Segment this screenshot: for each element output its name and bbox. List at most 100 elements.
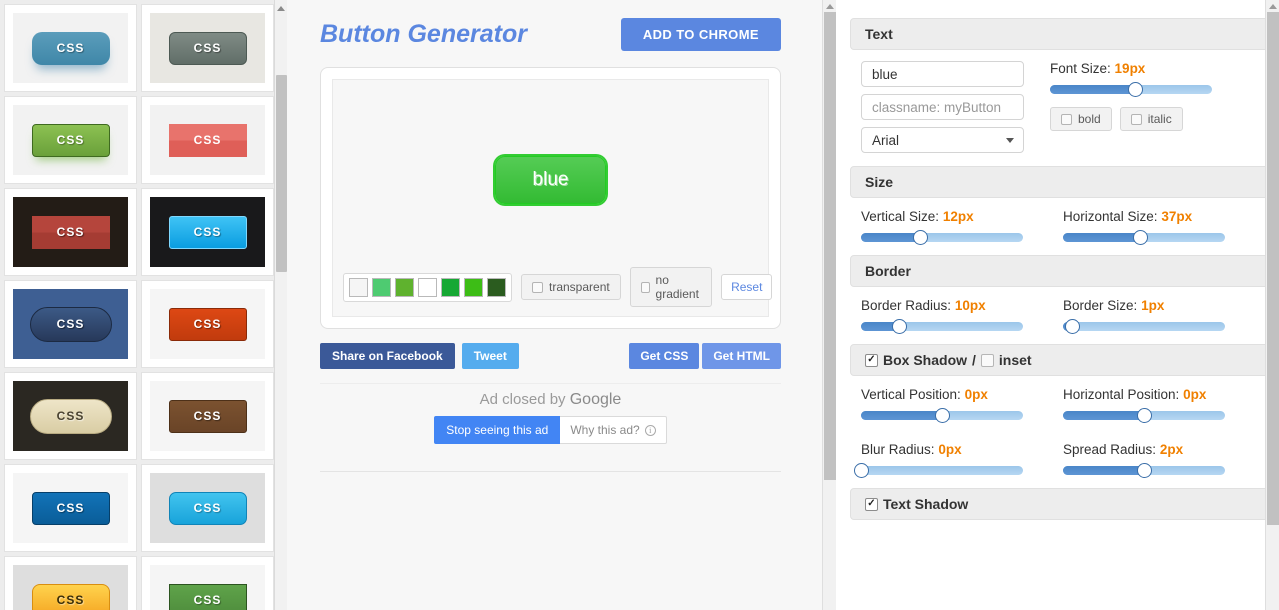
swatch-2[interactable] <box>372 277 391 297</box>
slider-fill <box>1063 411 1144 420</box>
gallery-item-preset-cream-dark[interactable]: CSS <box>4 372 137 460</box>
gallery-item-preset-cyan-dark[interactable]: CSS <box>141 188 274 276</box>
gallery-item-preset-brick-dark[interactable]: CSS <box>4 188 137 276</box>
why-this-ad-button[interactable]: Why this ad? i <box>560 416 667 444</box>
gallery-preset-button[interactable]: CSS <box>31 491 110 525</box>
gallery-preset-button[interactable]: CSS <box>31 215 110 249</box>
slider-knob[interactable] <box>1065 319 1081 334</box>
generated-button-preview[interactable]: blue <box>494 156 607 204</box>
transparent-toggle[interactable]: transparent <box>521 274 621 300</box>
slider-knob[interactable] <box>934 408 950 423</box>
swatch-4[interactable] <box>418 277 437 297</box>
gallery-item-preset-orange-red[interactable]: CSS <box>141 280 274 368</box>
scroll-up-arrow-icon[interactable] <box>277 6 285 11</box>
box-shadow-enable-checkbox[interactable]: ✓ <box>865 353 878 367</box>
section-header-border: Border <box>850 255 1279 287</box>
swatch-6[interactable] <box>464 277 483 297</box>
gallery-item-preset-salmon[interactable]: CSS <box>141 96 274 184</box>
italic-label: italic <box>1147 112 1172 126</box>
font-family-select[interactable]: Arial <box>861 127 1024 153</box>
slider-knob[interactable] <box>1128 82 1144 97</box>
gallery-preset-button[interactable]: CSS <box>168 307 247 341</box>
gallery-preset-button[interactable]: CSS <box>168 215 247 249</box>
gallery-preset-button[interactable]: CSS <box>31 31 110 65</box>
gallery-item-preset-navy-pill[interactable]: CSS <box>4 280 137 368</box>
add-to-chrome-button[interactable]: ADD TO CHROME <box>620 18 781 51</box>
get-html-button[interactable]: Get HTML <box>702 343 781 369</box>
slider-knob[interactable] <box>853 463 869 478</box>
preset-gallery-grid: CSS CSS CSS CSS CSS CSS CSS CSS CSS CSS CSS CSS CSS C… <box>0 0 287 610</box>
gallery-preset-button[interactable]: CSS <box>168 123 247 157</box>
color-swatch-group <box>343 272 512 302</box>
no-gradient-checkbox-icon[interactable] <box>640 281 650 293</box>
preview-card: blue transparent no gradient Reset <box>320 67 781 329</box>
blur-radius-slider[interactable] <box>853 463 1023 478</box>
slider-knob[interactable] <box>1136 408 1152 423</box>
page-title: Button Generator <box>320 20 527 48</box>
section-header-text-shadow: ✓ Text Shadow <box>850 488 1279 520</box>
stop-seeing-this-ad-button[interactable]: Stop seeing this ad <box>434 416 561 444</box>
swatch-7[interactable] <box>487 277 506 297</box>
swatch-3[interactable] <box>395 277 414 297</box>
transparent-checkbox-icon[interactable] <box>532 281 543 293</box>
slider-knob[interactable] <box>913 230 929 245</box>
inset-checkbox[interactable] <box>980 353 994 367</box>
gallery-item-preset-yellow[interactable]: CSS <box>4 556 137 610</box>
button-label-input[interactable] <box>861 61 1024 87</box>
action-toolbar: Share on Facebook Tweet Get CSS Get HTML <box>320 343 781 369</box>
no-gradient-toggle[interactable]: no gradient <box>629 267 713 307</box>
swatch-1[interactable] <box>349 277 368 297</box>
vertical-size-slider[interactable] <box>861 230 1023 245</box>
preview-panel-scrollbar-thumb[interactable] <box>824 12 836 480</box>
horizontal-position-slider[interactable] <box>1063 408 1225 423</box>
gallery-item-preset-teal[interactable]: CSS <box>4 4 137 92</box>
get-css-button[interactable]: Get CSS <box>629 343 700 369</box>
blur-radius-value: 0px <box>938 442 962 457</box>
info-icon[interactable]: i <box>644 424 656 436</box>
border-size-slider[interactable] <box>1063 319 1225 334</box>
tweet-button[interactable]: Tweet <box>461 343 519 369</box>
scroll-up-arrow-icon[interactable] <box>825 4 834 9</box>
slider-knob[interactable] <box>1136 463 1152 478</box>
classname-input[interactable] <box>861 94 1024 120</box>
gallery-item-preset-gray-green[interactable]: CSS <box>141 4 274 92</box>
gallery-preset-button[interactable]: CSS <box>29 306 112 342</box>
spread-radius-slider[interactable] <box>1063 463 1225 478</box>
text-shadow-enable-checkbox[interactable]: ✓ <box>865 497 878 511</box>
slider-knob[interactable] <box>892 319 908 334</box>
gallery-scrollbar-thumb[interactable] <box>276 75 287 272</box>
gallery-preset-button[interactable]: CSS <box>168 491 247 525</box>
slider-knob[interactable] <box>1133 230 1149 245</box>
controls-panel-scrollbar-thumb[interactable] <box>1267 12 1279 525</box>
italic-toggle[interactable]: italic <box>1119 107 1183 131</box>
gallery-preset-button[interactable]: CSS <box>31 583 110 610</box>
chevron-down-icon[interactable] <box>1006 138 1014 143</box>
font-size-slider[interactable] <box>1050 82 1212 97</box>
horizontal-size-slider[interactable] <box>1063 230 1225 245</box>
gallery-preset-button[interactable]: CSS <box>168 31 247 65</box>
gallery-item-preset-sky[interactable]: CSS <box>141 464 274 552</box>
gallery-item-canvas: CSS <box>150 289 265 359</box>
swatch-5[interactable] <box>441 277 460 297</box>
italic-checkbox-icon[interactable] <box>1130 113 1142 125</box>
gallery-preset-button[interactable]: CSS <box>31 123 110 157</box>
gallery-item-canvas: CSS <box>13 473 128 543</box>
border-radius-slider[interactable] <box>861 319 1023 334</box>
gallery-item-preset-brown[interactable]: CSS <box>141 372 274 460</box>
scroll-up-arrow-icon[interactable] <box>1268 4 1277 9</box>
button-generator-app: CSS CSS CSS CSS CSS CSS CSS CSS CSS CSS CSS CSS CSS C… <box>0 0 1279 610</box>
bold-toggle[interactable]: bold <box>1050 107 1112 131</box>
share-on-facebook-button[interactable]: Share on Facebook <box>320 343 455 369</box>
preview-panel-scrollbar[interactable] <box>822 0 836 610</box>
gallery-scrollbar[interactable] <box>274 0 287 610</box>
gallery-item-preset-blue-solid[interactable]: CSS <box>4 464 137 552</box>
gallery-item-preset-olive-green[interactable]: CSS <box>141 556 274 610</box>
gallery-preset-button[interactable]: CSS <box>29 398 112 434</box>
bold-checkbox-icon[interactable] <box>1061 113 1072 125</box>
reset-button[interactable]: Reset <box>721 274 773 300</box>
controls-panel-scrollbar[interactable] <box>1265 0 1279 610</box>
gallery-preset-button[interactable]: CSS <box>168 583 247 610</box>
vertical-position-slider[interactable] <box>861 408 1023 423</box>
gallery-preset-button[interactable]: CSS <box>168 399 247 433</box>
gallery-item-preset-green[interactable]: CSS <box>4 96 137 184</box>
